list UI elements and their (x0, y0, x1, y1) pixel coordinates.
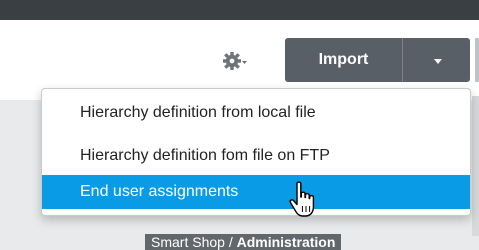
import-button[interactable]: Import (285, 38, 402, 82)
breadcrumb: Smart Shop / Administration (145, 234, 342, 250)
breadcrumb-separator: / (224, 234, 237, 250)
breadcrumb-current: Administration (236, 234, 336, 250)
import-dropdown-menu: Hierarchy definition from local file Hie… (41, 88, 471, 216)
menu-item-hierarchy-local-file[interactable]: Hierarchy definition from local file (42, 96, 470, 130)
side-panel-edge (472, 96, 479, 236)
settings-caret-icon (242, 61, 247, 64)
menu-item-hierarchy-ftp-file[interactable]: Hierarchy definition fom file on FTP (42, 139, 470, 173)
breadcrumb-root[interactable]: Smart Shop (151, 234, 225, 250)
app-window: Import Hierarchy definition from local f… (0, 0, 479, 250)
toolbar-edge-button[interactable] (475, 38, 479, 82)
hand-pointer-icon (287, 180, 321, 220)
menu-item-end-user-assignments[interactable]: End user assignments (42, 175, 470, 209)
caret-down-icon (434, 59, 442, 64)
top-navigation-bar (0, 0, 479, 20)
import-dropdown-toggle[interactable] (403, 38, 470, 82)
gear-icon[interactable] (223, 50, 247, 72)
